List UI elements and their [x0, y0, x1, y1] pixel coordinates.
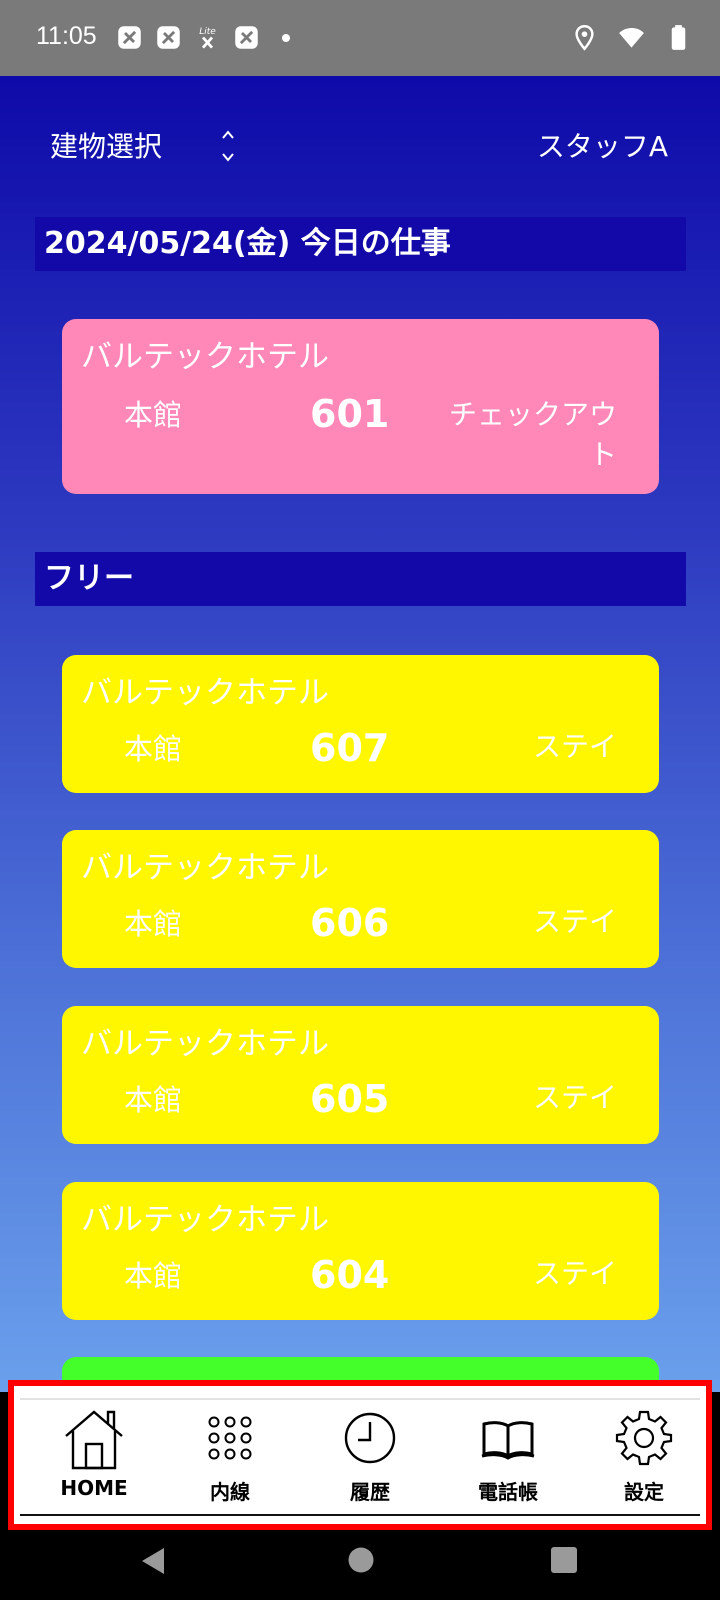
location-icon: [575, 25, 594, 51]
book-icon: [481, 1421, 535, 1460]
card-room-number: 604: [310, 1253, 390, 1297]
bottom-nav-bar: HOME 内線 履歴 電話帳 設定: [20, 1398, 700, 1516]
status-bar: 11:05 Lite: [0, 0, 720, 76]
card-hotel-name: バルテックホテル: [81, 1026, 329, 1062]
card-status: チェックアウト: [448, 398, 617, 471]
task-card[interactable]: バルテックホテル 本館 607 ステイ: [62, 655, 659, 793]
system-icons: [571, 24, 692, 51]
lite-app-icon: Lite: [199, 27, 216, 49]
nav-history-button[interactable]: 履歴: [310, 1400, 430, 1510]
select-arrows-icon[interactable]: [220, 126, 236, 166]
main-content: 建物選択 スタッフA 2024/05/24(金) 今日の仕事 バルテックホテル …: [0, 76, 720, 1392]
card-status: ステイ: [532, 730, 617, 763]
card-building: 本館: [124, 732, 183, 766]
system-navigation-bar: [0, 1530, 720, 1600]
card-building: 本館: [124, 398, 183, 432]
home-circle-icon[interactable]: [347, 1546, 375, 1574]
status-time: 11:05: [36, 22, 97, 50]
task-card[interactable]: バルテックホテル 本館 606 ステイ: [62, 830, 659, 968]
nav-extension-label: 内線: [210, 1480, 250, 1504]
card-hotel-name: バルテックホテル: [81, 339, 329, 375]
nav-home-button[interactable]: HOME: [34, 1400, 154, 1510]
nav-phonebook-label: 電話帳: [478, 1480, 538, 1504]
building-select-label[interactable]: 建物選択: [50, 122, 162, 172]
home-icon: [65, 1410, 123, 1470]
app-notification-icon: [235, 26, 258, 49]
nav-phonebook-button[interactable]: 電話帳: [448, 1400, 568, 1510]
back-icon[interactable]: [138, 1546, 168, 1576]
free-section-header: フリー: [35, 552, 686, 606]
header-row: 建物選択 スタッフA: [0, 122, 720, 172]
staff-name: スタッフA: [536, 130, 668, 163]
card-room-number: 605: [310, 1077, 390, 1121]
card-hotel-name: バルテックホテル: [81, 675, 329, 711]
card-hotel-name: バルテックホテル: [81, 1202, 329, 1238]
task-card[interactable]: バルテックホテル 本館 601 チェックアウト: [62, 319, 659, 494]
clock-icon: [344, 1412, 396, 1464]
more-notifications-dot: [282, 33, 290, 42]
nav-settings-button[interactable]: 設定: [584, 1400, 704, 1510]
app-notification-icon: [118, 26, 141, 49]
lite-label: Lite: [199, 27, 216, 37]
task-card[interactable]: バルテックホテル 本館 605 ステイ: [62, 1006, 659, 1144]
task-card[interactable]: バルテックホテル 本館 604 ステイ: [62, 1182, 659, 1320]
dialpad-icon: [208, 1416, 252, 1460]
app-notification-icon: [157, 26, 180, 49]
card-status: ステイ: [532, 905, 617, 938]
nav-settings-label: 設定: [624, 1480, 664, 1504]
card-status: ステイ: [532, 1257, 617, 1290]
recents-icon[interactable]: [550, 1546, 578, 1574]
card-building: 本館: [124, 907, 183, 941]
card-building: 本館: [124, 1083, 183, 1117]
bottom-navigation: HOME 内線 履歴 電話帳 設定: [8, 1380, 712, 1530]
card-room-number: 606: [310, 901, 390, 945]
notification-icons: Lite: [116, 24, 290, 51]
nav-history-label: 履歴: [350, 1480, 390, 1504]
today-work-header: 2024/05/24(金) 今日の仕事: [35, 217, 686, 271]
card-status: ステイ: [532, 1081, 617, 1114]
nav-home-label: HOME: [60, 1476, 128, 1500]
card-room-number: 607: [310, 726, 390, 770]
card-building: 本館: [124, 1259, 183, 1293]
card-hotel-name: バルテックホテル: [81, 850, 329, 886]
nav-extension-button[interactable]: 内線: [170, 1400, 290, 1510]
wifi-icon: [619, 27, 644, 48]
gear-icon: [615, 1410, 673, 1466]
card-room-number: 601: [310, 392, 390, 436]
battery-icon: [671, 25, 686, 50]
